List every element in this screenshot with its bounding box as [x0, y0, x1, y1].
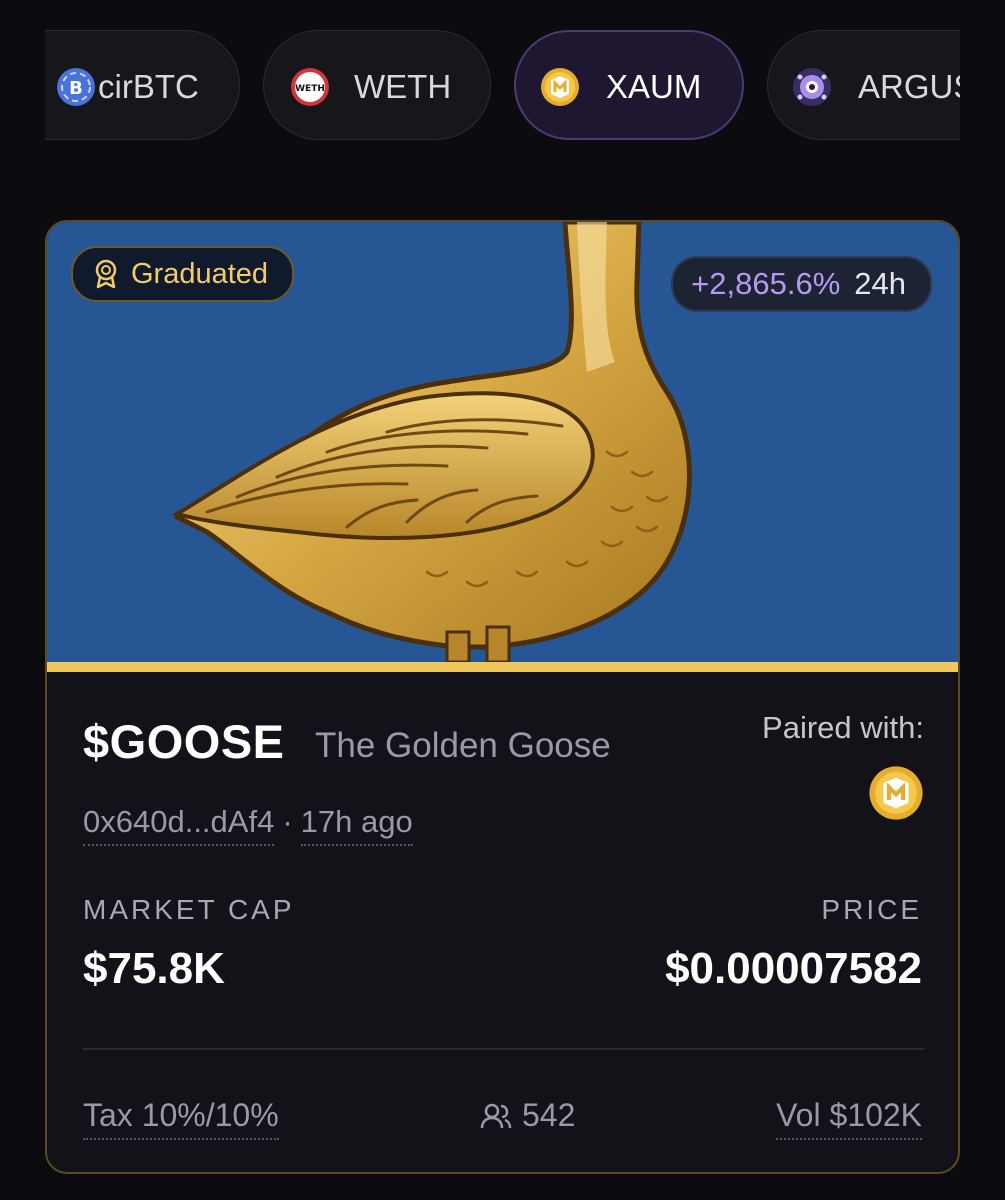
tax-info: Tax 10%/10% — [83, 1097, 279, 1140]
token-ticker: $GOOSE — [83, 715, 285, 768]
graduated-badge: Graduated — [71, 246, 295, 302]
tab-cirbtc[interactable]: B cirBTC — [45, 30, 240, 140]
banner-gold-stripe — [47, 662, 958, 672]
tab-label: ARGUS — [858, 68, 960, 105]
market-cap-value: $75.8K — [83, 944, 225, 993]
volume-info: Vol $102K — [776, 1097, 922, 1140]
volume-value[interactable]: Vol $102K — [776, 1097, 922, 1140]
tab-argus[interactable]: ARGUS — [767, 30, 960, 140]
weth-coin-icon: WETH — [291, 68, 329, 106]
card-divider — [83, 1048, 924, 1050]
tab-label: WETH — [354, 68, 452, 105]
meta-separator: · — [282, 804, 293, 839]
price-change-percent: +2,865.6% — [691, 266, 841, 301]
pair-tabs: B cirBTC WETH WETH XAUM ARGU — [45, 30, 960, 142]
holders-count: 542 — [480, 1097, 575, 1134]
price-change-period: 24h — [854, 266, 906, 301]
bitcoin-coin-icon: B — [57, 68, 95, 106]
tax-value[interactable]: Tax 10%/10% — [83, 1097, 279, 1140]
users-icon — [480, 1103, 512, 1128]
tab-label: XAUM — [606, 68, 702, 105]
weth-icon-text: WETH — [295, 84, 325, 94]
svg-text:B: B — [69, 78, 83, 99]
award-ribbon-icon — [95, 259, 117, 289]
holders-value: 542 — [522, 1097, 576, 1133]
price-change-badge: +2,865.6% 24h — [671, 256, 932, 312]
token-info: $GOOSE The Golden Goose Paired with: 0x6… — [47, 672, 958, 1172]
token-banner-image: Graduated +2,865.6% 24h — [47, 222, 958, 662]
tab-weth[interactable]: WETH WETH — [263, 30, 491, 140]
token-age[interactable]: 17h ago — [300, 804, 413, 846]
price-value: $0.00007582 — [665, 944, 922, 993]
argus-coin-icon — [793, 68, 831, 106]
token-name: The Golden Goose — [315, 726, 611, 765]
xaum-coin-icon[interactable] — [868, 765, 924, 821]
contract-address[interactable]: 0x640d...dAf4 — [83, 804, 275, 846]
graduated-label: Graduated — [131, 257, 269, 290]
tab-xaum[interactable]: XAUM — [514, 30, 744, 140]
token-card[interactable]: Graduated +2,865.6% 24h $GOOSE The Golde… — [45, 220, 960, 1174]
market-cap-label: MARKET CAP — [83, 894, 295, 925]
token-meta: 0x640d...dAf4 · 17h ago — [83, 804, 413, 846]
paired-with-label: Paired with: — [762, 710, 924, 745]
price-label: PRICE — [821, 894, 922, 925]
tab-label: cirBTC — [98, 68, 199, 105]
xaum-coin-icon — [541, 68, 579, 106]
